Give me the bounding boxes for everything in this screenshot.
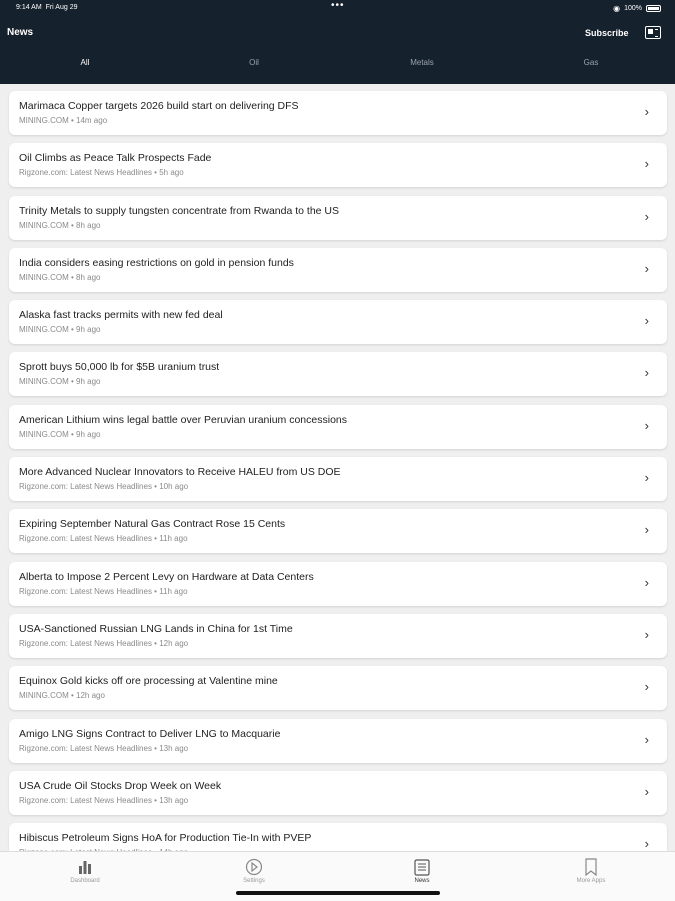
news-title: USA-Sanctioned Russian LNG Lands in Chin… (19, 622, 293, 635)
tabbar-news[interactable]: News (382, 852, 462, 884)
page-title: News (7, 27, 34, 38)
news-meta: Rigzone.com: Latest News Headlines • 11h… (19, 534, 188, 544)
news-meta: MINING.COM • 8h ago (19, 272, 101, 282)
list-item[interactable]: Marimaca Copper targets 2026 build start… (9, 91, 667, 135)
chevron-right-icon: › (644, 417, 649, 433)
tabbar-label: News (414, 878, 430, 884)
tab-gas[interactable]: Gas (584, 58, 599, 67)
chevron-right-icon: › (644, 574, 649, 590)
news-meta: Rigzone.com: Latest News Headlines • 13h… (19, 743, 189, 753)
news-title: Trinity Metals to supply tungsten concen… (19, 204, 340, 217)
news-meta: MINING.COM • 12h ago (19, 691, 105, 701)
list-item[interactable]: American Lithium wins legal battle over … (9, 404, 667, 449)
chevron-right-icon: › (644, 156, 649, 172)
status-bar: 9:14 AM Fri Aug 29 ••• ◉ 100% (0, 0, 675, 16)
top-bar: 9:14 AM Fri Aug 29 ••• ◉ 100% News Subsc… (0, 0, 675, 84)
tabbar-more-apps[interactable]: More Apps (551, 852, 631, 884)
news-title: Expiring September Natural Gas Contract … (19, 518, 286, 531)
news-title: USA Crude Oil Stocks Drop Week on Week (19, 779, 222, 792)
category-tabs: All Oil Metals Gas (0, 58, 675, 78)
list-item[interactable]: India considers easing restrictions on g… (9, 247, 667, 292)
chevron-right-icon: › (644, 470, 649, 486)
news-title: American Lithium wins legal battle over … (19, 413, 347, 426)
list-item[interactable]: Alberta to Impose 2 Percent Levy on Hard… (9, 561, 667, 606)
news-title: Sprott buys 50,000 lb for $5B uranium tr… (19, 361, 220, 374)
gear-icon (214, 856, 294, 878)
chevron-right-icon: › (644, 731, 649, 747)
news-meta: MINING.COM • 8h ago (19, 220, 101, 230)
newspaper-icon (382, 856, 462, 878)
status-right: ◉ 100% (613, 4, 661, 13)
news-title: Alaska fast tracks permits with new fed … (19, 309, 223, 322)
chevron-right-icon: › (644, 104, 649, 119)
list-item[interactable]: More Advanced Nuclear Innovators to Rece… (9, 457, 667, 502)
battery-percent: 100% (624, 5, 642, 12)
subscribe-button[interactable]: Subscribe (585, 28, 629, 38)
list-item[interactable]: Sprott buys 50,000 lb for $5B uranium tr… (9, 352, 667, 397)
list-item[interactable]: Amigo LNG Signs Contract to Deliver LNG … (9, 718, 667, 763)
chevron-right-icon: › (644, 679, 649, 695)
news-meta: MINING.COM • 9h ago (19, 325, 101, 335)
chevron-right-icon: › (644, 836, 649, 852)
tabbar-dashboard[interactable]: Dashboard (45, 852, 125, 884)
list-item[interactable]: Trinity Metals to supply tungsten concen… (9, 195, 667, 240)
news-meta: Rigzone.com: Latest News Headlines • 12h… (19, 638, 189, 648)
multitask-dots-icon[interactable]: ••• (331, 0, 345, 11)
chevron-right-icon: › (644, 626, 649, 642)
news-title: More Advanced Nuclear Innovators to Rece… (19, 466, 341, 479)
list-item[interactable]: USA Crude Oil Stocks Drop Week on Week Ri… (9, 770, 667, 815)
news-list: Marimaca Copper targets 2026 build start… (9, 91, 667, 875)
wifi-icon: ◉ (613, 4, 621, 13)
bookmark-icon (551, 856, 631, 878)
status-time: 9:14 AM Fri Aug 29 (16, 4, 78, 11)
tab-all[interactable]: All (81, 58, 90, 67)
chevron-right-icon: › (644, 313, 649, 329)
chevron-right-icon: › (644, 208, 649, 224)
chevron-right-icon: › (644, 365, 649, 381)
chevron-right-icon: › (644, 522, 649, 538)
news-title: Amigo LNG Signs Contract to Deliver LNG … (19, 727, 281, 740)
news-title: Hibiscus Petroleum Signs HoA for Product… (19, 832, 312, 845)
battery-icon (646, 5, 661, 12)
news-meta: Rigzone.com: Latest News Headlines • 5h … (19, 168, 184, 178)
news-feed-icon[interactable] (645, 26, 661, 39)
tabbar-label: Dashboard (70, 878, 100, 884)
tab-oil[interactable]: Oil (249, 58, 259, 67)
tab-metals[interactable]: Metals (410, 58, 434, 67)
news-meta: Rigzone.com: Latest News Headlines • 13h… (19, 795, 189, 805)
chevron-right-icon: › (644, 260, 649, 276)
chevron-right-icon: › (644, 783, 649, 799)
news-title: Oil Climbs as Peace Talk Prospects Fade (19, 152, 212, 165)
news-title: Marimaca Copper targets 2026 build start… (19, 100, 299, 112)
news-meta: MINING.COM • 9h ago (19, 377, 101, 387)
bar-chart-icon (45, 856, 125, 878)
list-item[interactable]: Alaska fast tracks permits with new fed … (9, 300, 667, 345)
home-indicator (236, 891, 440, 895)
list-item[interactable]: USA-Sanctioned Russian LNG Lands in Chin… (9, 613, 667, 658)
news-meta: MINING.COM • 9h ago (19, 429, 101, 439)
tabbar-label: Settings (243, 878, 265, 884)
news-meta: MINING.COM • 14m ago (19, 116, 108, 125)
news-meta: Rigzone.com: Latest News Headlines • 11h… (19, 586, 188, 596)
list-item[interactable]: Oil Climbs as Peace Talk Prospects Fade R… (9, 143, 667, 188)
tabbar-label: More Apps (576, 878, 606, 884)
news-title: India considers easing restrictions on g… (19, 256, 294, 269)
news-title: Alberta to Impose 2 Percent Levy on Hard… (19, 570, 314, 583)
list-item[interactable]: Expiring September Natural Gas Contract … (9, 509, 667, 554)
news-title: Equinox Gold kicks off ore processing at… (19, 675, 278, 688)
tabbar-settings[interactable]: Settings (214, 852, 294, 884)
list-item[interactable]: Equinox Gold kicks off ore processing at… (9, 666, 667, 711)
news-meta: Rigzone.com: Latest News Headlines • 10h… (19, 482, 189, 492)
